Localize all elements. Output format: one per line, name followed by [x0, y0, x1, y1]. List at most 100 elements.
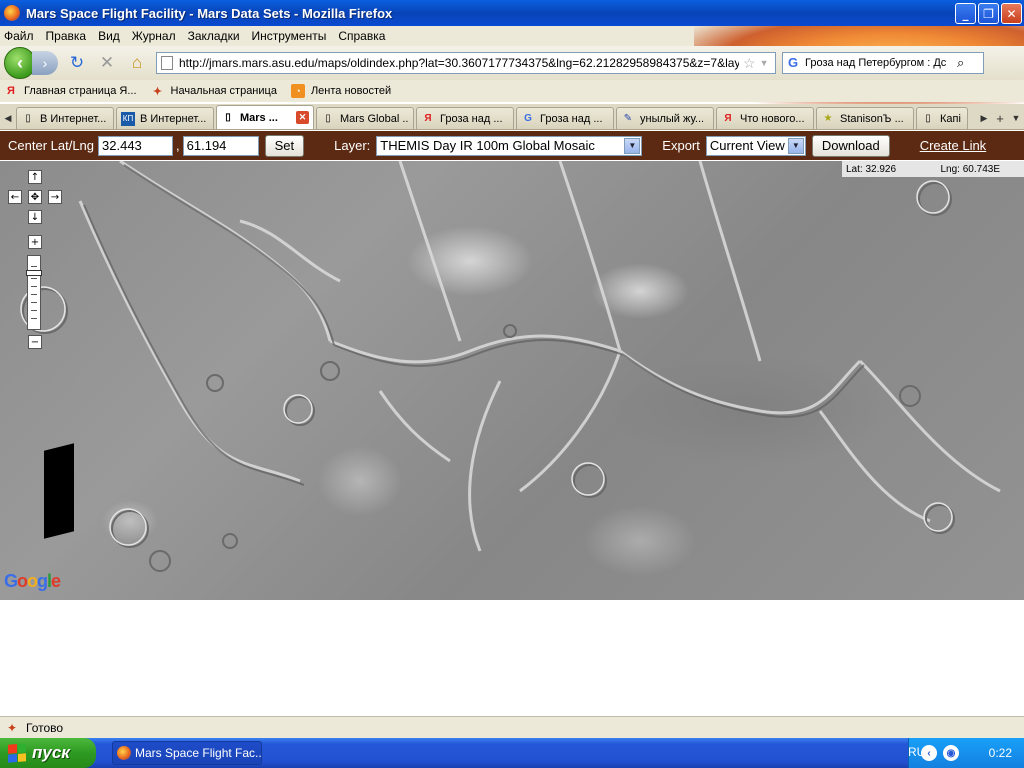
zoom-slider-handle[interactable]	[26, 270, 42, 276]
stop-icon[interactable]: ✕	[96, 52, 118, 74]
tab[interactable]: G Гроза над ...	[516, 107, 614, 129]
tab[interactable]: ✎ унылый жу...	[616, 107, 714, 129]
bookmark-label: Лента новостей	[310, 85, 392, 97]
create-link[interactable]: Create Link	[920, 138, 986, 153]
tab-scroll-left-icon[interactable]: ◀	[0, 107, 16, 129]
url-input[interactable]	[179, 56, 739, 70]
search-input[interactable]	[805, 57, 955, 69]
start-button[interactable]: пуск	[0, 738, 96, 768]
tab[interactable]: ★ StanisonЪ ...	[816, 107, 914, 129]
zoom-tick	[31, 286, 37, 287]
status-bar: ✦ Готово	[0, 716, 1024, 738]
menu-tools[interactable]: Инструменты	[252, 29, 327, 43]
cursor-lng: Lng: 60.743E	[940, 163, 1001, 175]
search-icon[interactable]: ⌕	[957, 55, 964, 71]
back-arrow-icon: ‹	[17, 52, 23, 73]
language-indicator[interactable]: RU	[908, 745, 925, 759]
pan-left-button[interactable]: ←	[8, 190, 22, 204]
star-icon: ★	[823, 113, 833, 124]
google-search-engine-icon[interactable]: G	[785, 55, 801, 71]
taskbar-item-firefox[interactable]: Mars Space Flight Fac...	[112, 741, 262, 765]
zoom-slider[interactable]	[26, 255, 42, 330]
menu-history[interactable]: Журнал	[132, 29, 176, 43]
zoom-out-button[interactable]: −	[28, 335, 42, 349]
tab-active[interactable]: ▯ Mars ... ✕	[216, 105, 314, 129]
terrain-imagery	[20, 161, 1001, 572]
system-tray: ‹ ◉ 0:22	[908, 738, 1024, 768]
navigation-toolbar: ‹ › ↻ ✕ ⌂ ☆ ▼ G ⌕	[0, 46, 1024, 80]
yandex-icon: Я	[724, 113, 732, 124]
reload-icon[interactable]: ↻	[66, 52, 88, 74]
window-title: Mars Space Flight Facility - Mars Data S…	[26, 5, 393, 21]
tab[interactable]: ▯ В Интернет...	[16, 107, 114, 129]
page-icon: ▯	[25, 113, 31, 124]
firefox-icon	[117, 746, 131, 760]
bookmark-news-feed[interactable]: ◔ Лента новостей	[290, 84, 392, 98]
bookmark-yandex[interactable]: Я Главная страница Я...	[4, 84, 137, 98]
google-logo: Google	[4, 571, 61, 591]
tab-list-icon[interactable]: ▼	[1008, 107, 1024, 129]
center-latlng-label: Center Lat/Lng	[8, 138, 95, 153]
firefox-icon	[4, 5, 20, 21]
center-lng-input[interactable]	[182, 135, 259, 156]
bookmark-label: Главная страница Я...	[24, 85, 137, 97]
download-button[interactable]: Download	[811, 134, 890, 157]
windows-taskbar: пуск Mars Space Flight Fac... ‹ ◉ 0:22	[0, 738, 1024, 768]
pan-right-button[interactable]: →	[48, 190, 62, 204]
pan-up-button[interactable]: ↑	[28, 170, 42, 184]
menu-file[interactable]: Файл	[4, 29, 34, 43]
center-lat-input[interactable]	[98, 135, 174, 156]
menu-bookmarks[interactable]: Закладки	[188, 29, 240, 43]
bookmark-label: Начальная страница	[170, 85, 277, 97]
export-select[interactable]: Current View ▼	[705, 135, 806, 156]
pan-center-button[interactable]: ✥	[28, 190, 42, 204]
tab-bar: ◀ ▯ В Интернет... КП В Интернет... ▯ Mars .…	[0, 104, 1024, 130]
chevron-down-icon: ▼	[787, 137, 804, 154]
tab-controls: ▶ + ▼	[976, 107, 1024, 129]
close-tab-icon[interactable]: ✕	[296, 111, 309, 124]
bookmarks-toolbar: Я Главная страница Я... ✦ Начальная стра…	[0, 80, 1024, 102]
tab[interactable]: ▯ Капі	[916, 107, 968, 129]
menu-edit[interactable]: Правка	[46, 29, 87, 43]
status-indicator-icon: ✦	[6, 720, 18, 735]
home-icon[interactable]: ⌂	[126, 52, 148, 74]
page-icon: ▯	[325, 113, 331, 124]
bookmark-star-icon[interactable]: ☆	[743, 55, 756, 72]
tab[interactable]: ▯ Mars Global ...	[316, 107, 414, 129]
tab[interactable]: Я Что нового...	[716, 107, 814, 129]
missing-data-strip	[44, 443, 74, 539]
close-button[interactable]: ✕	[1001, 3, 1022, 24]
layer-select[interactable]: THEMIS Day IR 100m Global Mosaic ▼	[376, 135, 643, 156]
page-icon: ▯	[225, 112, 231, 123]
tab-scroll-right-icon[interactable]: ▶	[976, 107, 992, 129]
url-dropdown-icon[interactable]: ▼	[760, 58, 769, 68]
zoom-tick	[31, 294, 37, 295]
mars-map-view[interactable]: Lat: 32.926 Lng: 60.743E ↑ ← ✥ → ↓ + − G…	[0, 161, 1024, 600]
maximize-button[interactable]: ❐	[978, 3, 999, 24]
page-icon: ▯	[925, 113, 931, 124]
minimize-button[interactable]: _	[955, 3, 976, 24]
forward-button[interactable]: ›	[32, 51, 58, 75]
tab[interactable]: КП В Интернет...	[116, 107, 214, 129]
tab[interactable]: Я Гроза над ...	[416, 107, 514, 129]
zoom-in-button[interactable]: +	[28, 235, 42, 249]
pan-down-button[interactable]: ↓	[28, 210, 42, 224]
cursor-latlng-readout: Lat: 32.926 Lng: 60.743E	[842, 161, 1024, 177]
url-bar[interactable]: ☆ ▼	[156, 52, 776, 74]
taskbar-item-label: Mars Space Flight Fac...	[135, 746, 262, 760]
map-control-bar: Center Lat/Lng , Set Layer: THEMIS Day I…	[0, 131, 1024, 160]
firefox-start-icon: ✦	[152, 85, 163, 98]
zoom-tick	[31, 318, 37, 319]
export-selected-value: Current View	[709, 138, 785, 153]
search-bar[interactable]: G ⌕	[782, 52, 984, 74]
page-icon	[161, 56, 173, 70]
set-button[interactable]: Set	[264, 134, 305, 157]
menu-help[interactable]: Справка	[338, 29, 385, 43]
menu-view[interactable]: Вид	[98, 29, 120, 43]
windows-logo-icon	[8, 743, 26, 763]
new-tab-icon[interactable]: +	[992, 107, 1008, 129]
zoom-tick	[31, 266, 37, 267]
tray-network-icon[interactable]: ◉	[943, 745, 959, 761]
window-titlebar: Mars Space Flight Facility - Mars Data S…	[0, 0, 1024, 26]
bookmark-start-page[interactable]: ✦ Начальная страница	[151, 84, 277, 98]
